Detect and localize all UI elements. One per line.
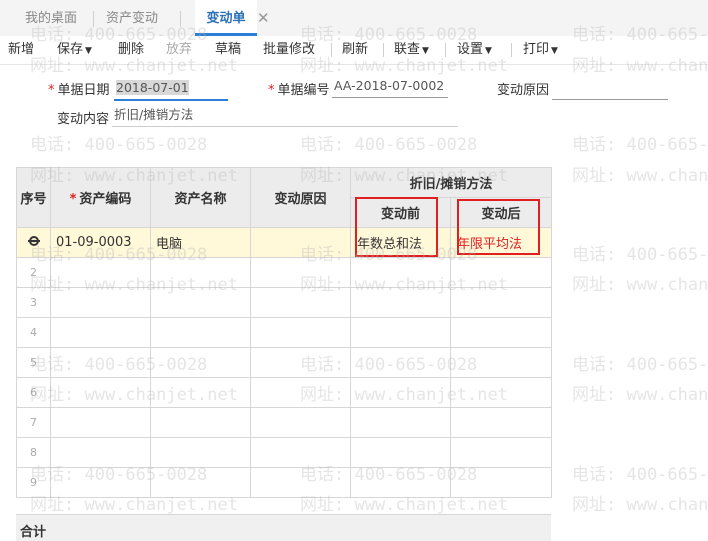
delete-button[interactable]: 删除 [118, 36, 144, 64]
total-label: 合计 [20, 525, 47, 540]
highlight-box-after [457, 199, 540, 255]
toolbar: 新增 保存 ▼ 删除 放弃 草稿 批量修改 刷新 联查 ▼ 设置 ▼ 打印 ▼ [0, 36, 708, 65]
table-row[interactable]: 9 [16, 467, 552, 498]
date-label-text: 单据日期 [57, 83, 110, 98]
required-mark: * [268, 83, 275, 98]
linked-query-label: 联查 [394, 42, 421, 57]
watermark-site: 网址: www.chanjet.net [572, 385, 708, 405]
table-row[interactable]: 4 [16, 317, 552, 348]
table-row[interactable]: 6 [16, 377, 552, 408]
tab-change-voucher-label: 变动单 [206, 11, 246, 26]
number-field[interactable]: AA-2018-07-0002 [332, 77, 448, 98]
header-change-reason[interactable]: 变动原因 [250, 167, 351, 228]
row-number: 3 [16, 287, 51, 318]
discard-button[interactable]: 放弃 [166, 36, 192, 64]
tab-bar: 我的桌面 资产变动 变动单 ✕ [0, 0, 708, 37]
row-number: 7 [16, 407, 51, 438]
cell-asset-code[interactable]: 01-09-0003 [50, 227, 151, 258]
tab-divider [93, 11, 94, 27]
toolbar-divider [383, 43, 384, 57]
settings-label: 设置 [457, 42, 484, 57]
number-label: * 单据编号 [268, 79, 330, 98]
row-number: 4 [16, 317, 51, 348]
print-label: 打印 [523, 42, 550, 57]
content-field[interactable]: 折旧/摊销方法 [112, 106, 458, 127]
linked-query-button[interactable]: 联查 ▼ [394, 36, 429, 64]
chevron-down-icon: ▼ [485, 46, 492, 56]
watermark-site: 网址: www.chanjet.net [572, 495, 708, 515]
date-value: 2018-07-01 [116, 80, 189, 95]
save-button[interactable]: 保存 ▼ [57, 36, 92, 64]
chevron-down-icon: ▼ [551, 46, 558, 56]
date-field[interactable]: 2018-07-01 [114, 79, 228, 101]
tab-my-desktop[interactable]: 我的桌面 [12, 0, 90, 36]
close-icon[interactable]: ✕ [257, 0, 270, 36]
watermark-site: 网址: www.chanjet.net [572, 275, 708, 295]
toolbar-divider [331, 43, 332, 57]
date-label: * 单据日期 [48, 79, 110, 98]
table-row[interactable]: 5 [16, 347, 552, 378]
settings-button[interactable]: 设置 ▼ [457, 36, 492, 64]
print-button[interactable]: 打印 ▼ [523, 36, 558, 64]
batch-edit-button[interactable]: 批量修改 [263, 36, 315, 64]
watermark-phone: 电话: 400-665-0028 [30, 135, 208, 155]
watermark-phone: 电话: 400-665-0028 [572, 135, 708, 155]
highlight-box-before [355, 197, 438, 257]
total-bar: 合计 [16, 514, 551, 541]
toolbar-divider [511, 43, 512, 57]
reason-field[interactable] [552, 79, 668, 100]
refresh-button[interactable]: 刷新 [342, 36, 368, 64]
tab-divider [180, 11, 181, 27]
row-number: 5 [16, 347, 51, 378]
chevron-down-icon: ▼ [85, 46, 92, 56]
tab-change-voucher[interactable]: 变动单 [195, 0, 257, 36]
cell-change-reason[interactable] [250, 227, 351, 258]
header-method-group: 折旧/摊销方法 [350, 167, 552, 198]
tab-asset-change[interactable]: 资产变动 [96, 0, 168, 36]
header-asset-code-label: 资产编码 [79, 192, 132, 207]
new-button[interactable]: 新增 [8, 36, 34, 64]
row-number: 9 [16, 467, 51, 498]
draft-button[interactable]: 草稿 [215, 36, 241, 64]
required-mark: * [69, 192, 77, 207]
table-row[interactable]: 7 [16, 407, 552, 438]
watermark-phone: 电话: 400-665-0028 [300, 135, 478, 155]
row-settings-icon[interactable] [16, 227, 51, 258]
toolbar-divider [445, 43, 446, 57]
watermark-site: 网址: www.chanjet.net [572, 166, 708, 186]
content-label: 变动内容 [57, 112, 110, 127]
number-label-text: 单据编号 [277, 83, 330, 98]
row-number: 2 [16, 257, 51, 288]
row-number: 8 [16, 437, 51, 468]
table-row[interactable]: 2 [16, 257, 552, 288]
required-mark: * [48, 83, 55, 98]
table-row[interactable]: 8 [16, 437, 552, 468]
reason-label: 变动原因 [497, 83, 550, 98]
header-asset-code[interactable]: * 资产编码 [50, 167, 151, 228]
cell-asset-name[interactable]: 电脑 [150, 227, 251, 258]
chevron-down-icon: ▼ [422, 46, 429, 56]
header-asset-name[interactable]: 资产名称 [150, 167, 251, 228]
save-label: 保存 [57, 42, 84, 57]
watermark-phone: 电话: 400-665-0028 [572, 355, 708, 375]
watermark-phone: 电话: 400-665-0028 [572, 245, 708, 265]
row-number: 6 [16, 377, 51, 408]
watermark-phone: 电话: 400-665-0028 [572, 465, 708, 485]
table-row[interactable]: 3 [16, 287, 552, 318]
header-seq: 序号 [16, 167, 51, 228]
